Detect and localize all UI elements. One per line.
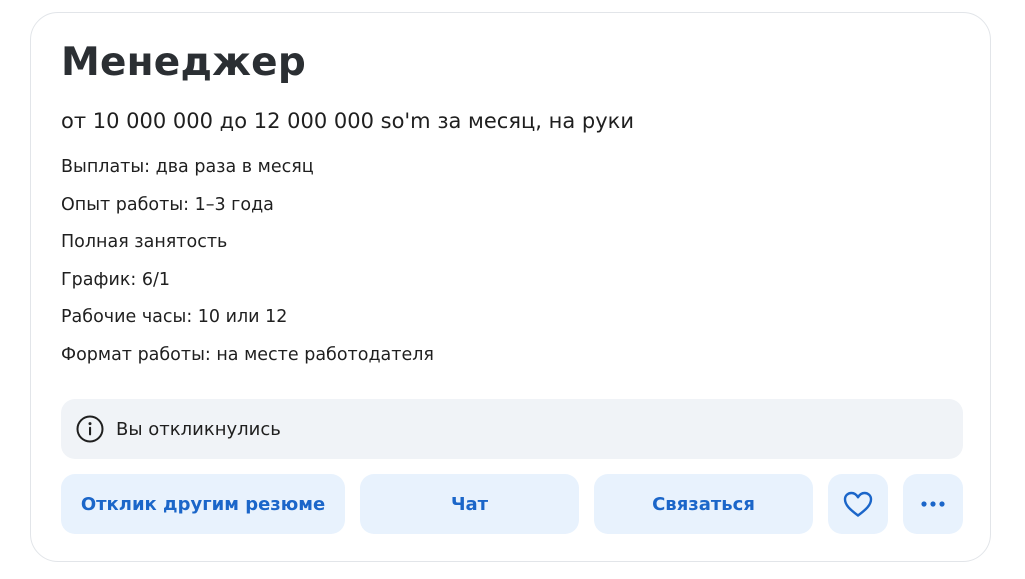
responded-notice-text: Вы откликнулись <box>116 418 281 440</box>
info-icon <box>75 414 105 444</box>
salary-text: от 10 000 000 до 12 000 000 so'm за меся… <box>61 109 634 133</box>
detail-schedule: График: 6/1 <box>61 269 171 290</box>
chat-button[interactable]: Чат <box>360 474 579 534</box>
detail-payments: Выплаты: два раза в месяц <box>61 157 314 177</box>
respond-other-resume-button[interactable]: Отклик другим резюме <box>61 474 345 534</box>
detail-employment: Полная занятость <box>61 232 228 252</box>
detail-work-format: Формат работы: на месте работодателя <box>61 344 434 365</box>
heart-icon <box>842 490 874 518</box>
more-button[interactable] <box>903 474 963 534</box>
detail-working-hours: Рабочие часы: 10 или 12 <box>61 307 288 327</box>
more-dots-icon <box>920 500 946 508</box>
contact-button[interactable]: Связаться <box>594 474 813 534</box>
detail-experience: Опыт работы: 1–3 года <box>61 194 274 215</box>
vacancy-card: Менеджер от 10 000 000 до 12 000 000 so'… <box>30 12 991 562</box>
favorite-button[interactable] <box>828 474 888 534</box>
vacancy-details: Выплаты: два раза в месяц Опыт работы: 1… <box>61 154 434 379</box>
vacancy-title: Менеджер <box>61 40 306 85</box>
responded-notice: Вы откликнулись <box>61 399 963 459</box>
